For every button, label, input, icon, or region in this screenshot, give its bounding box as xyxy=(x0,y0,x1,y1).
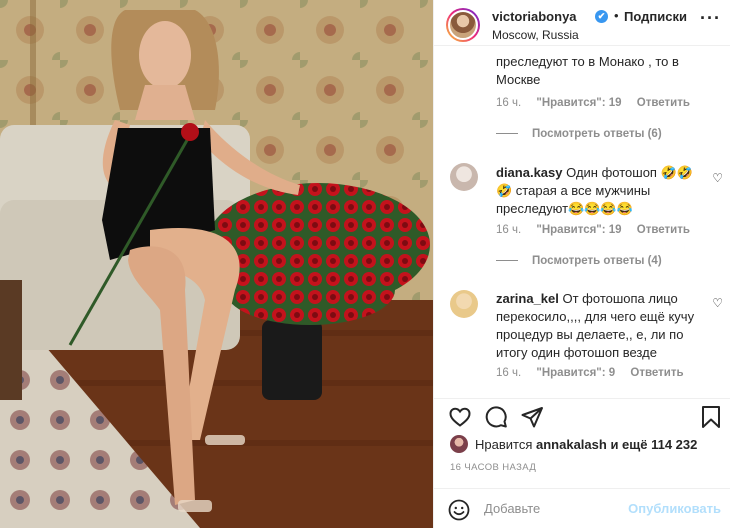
author-username[interactable]: victoriabonya xyxy=(492,9,577,24)
author-avatar[interactable] xyxy=(446,8,480,42)
likes-text: Нравится annakalash и ещё 114 232 xyxy=(475,437,697,452)
comments-list[interactable]: преследуют то в Монако , то в Москве 16 … xyxy=(434,47,730,397)
post-timestamp[interactable]: 16 ЧАСОВ НАЗАД xyxy=(450,462,536,473)
comment-meta: 16 ч. "Нравится": 19 Ответить xyxy=(496,97,702,109)
emoji-smiley-icon[interactable] xyxy=(448,499,470,521)
liker-username[interactable]: annakalash xyxy=(536,437,607,452)
view-replies-button[interactable]: Посмотреть ответы (6) xyxy=(496,128,662,140)
share-paper-plane-icon[interactable] xyxy=(520,405,544,429)
post-actions-bar xyxy=(434,398,730,434)
comment-bubble-icon[interactable] xyxy=(484,405,508,429)
save-bookmark-icon[interactable] xyxy=(700,405,722,429)
comment-text: преследуют то в Монако , то в Москве xyxy=(496,54,679,87)
post-side-panel: victoriabonya ✔ • Подписки Moscow, Russi… xyxy=(433,0,730,528)
following-button[interactable]: Подписки xyxy=(624,9,687,24)
liker-avatar[interactable] xyxy=(450,435,468,453)
comment-reply-button[interactable]: Ответить xyxy=(637,97,690,109)
comment-time[interactable]: 16 ч. xyxy=(496,367,521,379)
post-photo-illustration xyxy=(0,0,433,528)
comment-likes[interactable]: "Нравится": 19 xyxy=(536,97,621,109)
post-photo[interactable] xyxy=(0,0,433,528)
like-heart-icon[interactable] xyxy=(448,405,472,429)
replies-line xyxy=(496,260,518,262)
add-comment-bar: Добавьте Опубликовать xyxy=(434,488,730,528)
comment-likes[interactable]: "Нравится": 19 xyxy=(536,224,621,236)
comment-likes[interactable]: "Нравится": 9 xyxy=(536,367,615,379)
replies-line xyxy=(496,133,518,135)
likes-prefix: Нравится xyxy=(475,437,533,452)
comment-meta: 16 ч. "Нравится": 19 Ответить xyxy=(496,224,702,236)
comment-time[interactable]: 16 ч. xyxy=(496,97,521,109)
comment-time[interactable]: 16 ч. xyxy=(496,224,521,236)
comment-text: zarina_kel От фотошопа лицо перекосило,,… xyxy=(496,290,706,362)
post-location[interactable]: Moscow, Russia xyxy=(492,28,579,42)
publish-comment-button[interactable]: Опубликовать xyxy=(628,501,721,516)
commenter-avatar[interactable] xyxy=(450,163,478,191)
view-replies-button[interactable]: Посмотреть ответы (4) xyxy=(496,255,662,267)
more-options-icon[interactable]: ··· xyxy=(700,8,721,29)
post-header: victoriabonya ✔ • Подписки Moscow, Russi… xyxy=(434,0,730,46)
comment-text: diana.kasy Один фотошоп 🤣🤣 🤣 старая а вс… xyxy=(496,164,706,218)
header-separator: • xyxy=(614,8,619,23)
view-replies-label: Посмотреть ответы (4) xyxy=(532,255,662,267)
view-replies-label: Посмотреть ответы (6) xyxy=(532,128,662,140)
commenter-username[interactable]: diana.kasy xyxy=(496,165,563,180)
comment-like-heart-icon[interactable]: ♡ xyxy=(712,171,723,185)
comment-reply-button[interactable]: Ответить xyxy=(637,224,690,236)
commenter-username[interactable]: zarina_kel xyxy=(496,291,559,306)
add-comment-input[interactable]: Добавьте xyxy=(484,501,540,516)
commenter-avatar[interactable] xyxy=(450,290,478,318)
comment-meta: 16 ч. "Нравится": 9 Ответить xyxy=(496,367,696,379)
verified-badge-icon: ✔ xyxy=(595,10,608,23)
comment-reply-button[interactable]: Ответить xyxy=(630,367,683,379)
likes-count[interactable]: и ещё 114 232 xyxy=(610,437,697,452)
comment-like-heart-icon[interactable]: ♡ xyxy=(712,296,723,310)
